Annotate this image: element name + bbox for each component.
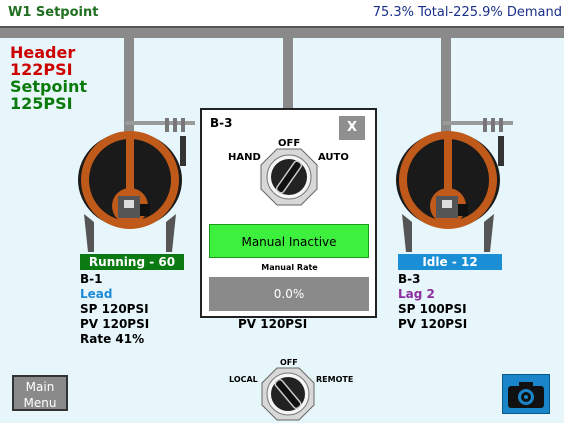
local-switch-remote-label: REMOTE <box>316 375 354 384</box>
boiler-control-popup: B-3 X HAND OFF AUTO Manual Inactive Manu… <box>200 108 377 318</box>
b2-process-value: PV 120PSI <box>238 317 308 331</box>
hand-off-auto-selector-switch[interactable] <box>259 147 319 207</box>
switch-auto-label: AUTO <box>318 152 349 163</box>
switch-hand-label: HAND <box>228 152 261 163</box>
manual-rate-input[interactable]: 0.0% <box>209 277 369 311</box>
manual-rate-label: Manual Rate <box>261 263 318 272</box>
b1-status-badge: Running - 60 <box>80 254 184 270</box>
b1-name: B-1 <box>80 272 103 286</box>
manual-inactive-button[interactable]: Manual Inactive <box>209 224 369 258</box>
local-switch-local-label: LOCAL <box>229 375 258 384</box>
main-menu-line1: Main <box>25 380 55 394</box>
camera-icon <box>508 382 544 408</box>
popup-title: B-3 <box>210 116 233 130</box>
local-remote-selector-switch[interactable] <box>260 366 316 423</box>
b1-role: Lead <box>80 287 113 301</box>
b1-info: B-1 Lead SP 120PSI PV 120PSI Rate 41% <box>80 272 149 347</box>
main-menu-button[interactable]: Main Menu <box>12 375 68 411</box>
b3-status-badge: Idle - 12 <box>398 254 502 270</box>
camera-button[interactable] <box>502 374 550 414</box>
b3-name: B-3 <box>398 272 421 286</box>
b1-rate: Rate 41% <box>80 332 145 346</box>
b3-setpoint: SP 100PSI <box>398 302 467 316</box>
b1-setpoint: SP 120PSI <box>80 302 149 316</box>
boiler-b3[interactable] <box>388 118 518 258</box>
b3-process-value: PV 120PSI <box>398 317 468 331</box>
popup-close-button[interactable]: X <box>339 116 365 140</box>
main-menu-line2: Menu <box>23 396 57 410</box>
boiler-b1[interactable] <box>70 118 200 258</box>
b3-info: B-3 Lag 2 SP 100PSI PV 120PSI <box>398 272 467 332</box>
b1-process-value: PV 120PSI <box>80 317 150 331</box>
b3-role: Lag 2 <box>398 287 435 301</box>
